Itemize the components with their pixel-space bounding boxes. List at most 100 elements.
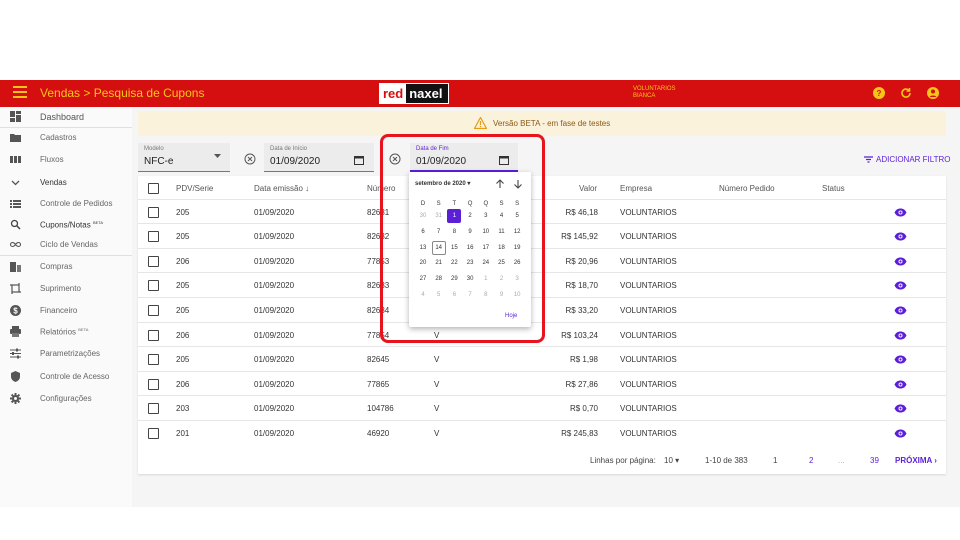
calendar-day[interactable]: 10 — [510, 288, 524, 302]
view-icon[interactable] — [894, 257, 907, 266]
calendar-day[interactable]: 15 — [447, 241, 461, 255]
page-last-button[interactable]: 39 — [870, 456, 879, 465]
calendar-day[interactable]: 2 — [463, 209, 477, 223]
calendar-day[interactable]: 17 — [479, 241, 493, 255]
calendar-day[interactable]: 1 — [447, 209, 462, 223]
calendar-day[interactable]: 2 — [495, 272, 509, 286]
sidebar-item-controle-acesso[interactable]: Controle de Acesso — [0, 367, 132, 387]
column-header-pdv[interactable]: PDV/Serie — [176, 184, 213, 193]
calendar-day[interactable]: 18 — [495, 241, 509, 255]
sidebar-item-ciclo-vendas[interactable]: Ciclo de Vendas — [0, 235, 132, 255]
column-header-empresa[interactable]: Empresa — [620, 184, 652, 193]
table-row[interactable]: 206 01/09/2020 77865 V VOLUNTARIOS R$ 27,86 — [138, 370, 946, 396]
row-checkbox[interactable] — [148, 378, 159, 390]
view-icon[interactable] — [894, 306, 907, 315]
calendar-day[interactable]: 9 — [495, 288, 509, 302]
sidebar-item-fluxos[interactable]: Fluxos — [0, 150, 132, 170]
view-icon[interactable] — [894, 380, 907, 389]
sidebar-item-cupons-notas[interactable]: Cupons/Notas BETA — [0, 215, 132, 235]
calendar-day[interactable]: 13 — [416, 241, 430, 255]
sidebar-item-configuracoes[interactable]: Configurações — [0, 389, 132, 409]
sidebar-item-relatorios[interactable]: Relatórios BETA — [0, 322, 132, 342]
arrow-down-icon[interactable] — [513, 179, 523, 189]
row-checkbox[interactable] — [148, 304, 159, 316]
calendar-day[interactable]: 30 — [416, 209, 430, 223]
calendar-day[interactable]: 23 — [463, 256, 477, 270]
column-header-valor[interactable]: Valor — [579, 184, 597, 193]
view-icon[interactable] — [894, 404, 907, 413]
calendar-day[interactable]: 22 — [447, 256, 461, 270]
calendar-day[interactable]: 11 — [495, 225, 509, 239]
calendar-day[interactable]: 19 — [510, 241, 524, 255]
next-page-button[interactable]: PRÓXIMA › — [895, 456, 937, 465]
menu-icon[interactable] — [13, 86, 27, 100]
refresh-icon[interactable] — [900, 87, 912, 99]
calendar-day[interactable]: 6 — [416, 225, 430, 239]
arrow-up-icon[interactable] — [495, 179, 505, 189]
table-row[interactable]: 201 01/09/2020 46920 V VOLUNTARIOS R$ 245,83 — [138, 419, 946, 445]
calendar-day[interactable]: 28 — [432, 272, 446, 286]
table-row[interactable]: 203 01/09/2020 104786 V VOLUNTARIOS R$ 0,70 — [138, 395, 946, 420]
column-header-pedido[interactable]: Número Pedido — [719, 184, 775, 193]
calendar-day[interactable]: 5 — [510, 209, 524, 223]
calendar-day[interactable]: 16 — [463, 241, 477, 255]
view-icon[interactable] — [894, 208, 907, 217]
calendar-day[interactable]: 25 — [495, 256, 509, 270]
row-checkbox[interactable] — [148, 231, 159, 243]
sidebar-item-cadastros[interactable]: Cadastros — [0, 128, 132, 148]
sidebar-item-controle-pedidos[interactable]: Controle de Pedidos — [0, 194, 132, 214]
account-icon[interactable] — [927, 87, 939, 99]
calendar-day[interactable]: 5 — [432, 288, 446, 302]
view-icon[interactable] — [894, 429, 907, 438]
calendar-day[interactable]: 20 — [416, 256, 430, 270]
view-icon[interactable] — [894, 281, 907, 290]
calendar-day[interactable]: 6 — [447, 288, 461, 302]
modelo-select[interactable]: Modelo NFC-e — [138, 143, 230, 172]
calendar-icon[interactable] — [354, 155, 364, 165]
calendar-day[interactable]: 3 — [510, 272, 524, 286]
calendar-day[interactable]: 26 — [510, 256, 524, 270]
month-selector[interactable]: setembro de 2020 ▾ — [415, 180, 470, 187]
rows-per-page-select[interactable]: 10 ▾ — [664, 456, 679, 465]
today-button[interactable]: Hoje — [505, 313, 517, 319]
calendar-day[interactable]: 7 — [432, 225, 446, 239]
sidebar-item-financeiro[interactable]: $ Financeiro — [0, 301, 132, 321]
calendar-day[interactable]: 29 — [447, 272, 461, 286]
column-header-data[interactable]: Data emissão ↓ — [254, 184, 309, 193]
calendar-day[interactable]: 4 — [416, 288, 430, 302]
calendar-day[interactable]: 21 — [432, 256, 446, 270]
select-all-checkbox[interactable] — [148, 183, 159, 194]
calendar-day[interactable]: 9 — [463, 225, 477, 239]
calendar-day[interactable]: 27 — [416, 272, 430, 286]
view-icon[interactable] — [894, 331, 907, 340]
calendar-day[interactable]: 30 — [463, 272, 477, 286]
calendar-day[interactable]: 7 — [463, 288, 477, 302]
sidebar-item-vendas[interactable]: Vendas — [0, 173, 132, 193]
add-filter-button[interactable]: ADICIONAR FILTRO — [864, 155, 951, 164]
row-checkbox[interactable] — [148, 280, 159, 292]
view-icon[interactable] — [894, 355, 907, 364]
table-row[interactable]: 205 01/09/2020 82645 V VOLUNTARIOS R$ 1,98 — [138, 346, 946, 371]
sidebar-item-dashboard[interactable]: Dashboard — [0, 107, 132, 127]
calendar-day[interactable]: 24 — [479, 256, 493, 270]
row-checkbox[interactable] — [148, 206, 159, 218]
page-2-button[interactable]: 2 — [809, 456, 813, 465]
view-icon[interactable] — [894, 232, 907, 241]
calendar-day[interactable]: 12 — [510, 225, 524, 239]
row-checkbox[interactable] — [148, 255, 159, 267]
sidebar-item-compras[interactable]: Compras — [0, 257, 132, 277]
calendar-day[interactable]: 1 — [479, 272, 493, 286]
calendar-day[interactable]: 14 — [431, 240, 446, 255]
sidebar-item-suprimento[interactable]: Suprimento — [0, 279, 132, 299]
help-icon[interactable]: ? — [873, 87, 885, 99]
calendar-day[interactable]: 8 — [479, 288, 493, 302]
row-checkbox[interactable] — [148, 427, 159, 439]
calendar-day[interactable]: 3 — [479, 209, 493, 223]
row-checkbox[interactable] — [148, 403, 159, 415]
data-inicio-field[interactable]: Data de Início 01/09/2020 — [264, 143, 374, 172]
calendar-day[interactable]: 10 — [479, 225, 493, 239]
column-header-status[interactable]: Status — [822, 184, 845, 193]
calendar-day[interactable]: 4 — [495, 209, 509, 223]
row-checkbox[interactable] — [148, 354, 159, 366]
clear-icon[interactable] — [244, 153, 256, 165]
